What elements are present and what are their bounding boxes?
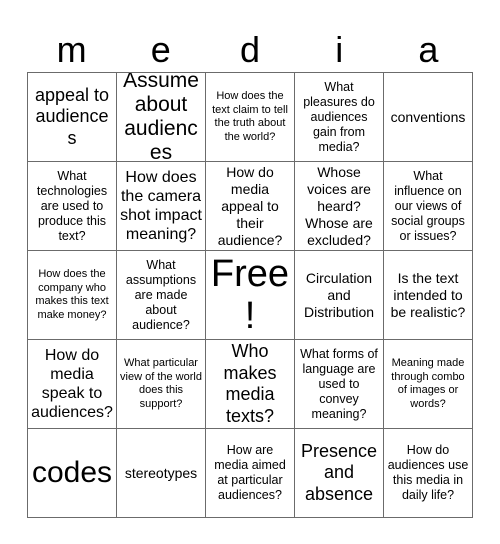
bingo-cell-label: How do audiences use this media in daily…	[387, 443, 469, 502]
title-letter-4: a	[418, 29, 439, 70]
bingo-cell-label: codes	[31, 456, 113, 489]
bingo-cell-r5-c1[interactable]: codes	[28, 429, 117, 518]
bingo-cell-label: Circulation and Distribution	[303, 269, 375, 320]
bingo-cell-r5-c2[interactable]: stereotypes	[117, 429, 206, 518]
title-letter-1: e	[150, 29, 171, 70]
bingo-cell-label: How does the company who makes this text…	[35, 268, 109, 321]
bingo-cell-r2-c4[interactable]: Whose voices are heard? Whose are exclud…	[295, 162, 384, 251]
bingo-cell-label: How are media aimed at particular audien…	[214, 443, 286, 502]
bingo-cell-r1-c1[interactable]: appeal to audiences	[28, 73, 117, 162]
bingo-cell-label: What assumptions are made about audience…	[125, 257, 197, 332]
bingo-cell-r4-c5[interactable]: Meaning made through combo of images or …	[384, 340, 473, 429]
title-letter-0: m	[56, 29, 87, 70]
bingo-cell-r4-c1[interactable]: How do media speak to audiences?	[28, 340, 117, 429]
bingo-cell-r1-c3[interactable]: How does the text claim to tell the trut…	[206, 73, 295, 162]
bingo-cell-r2-c1[interactable]: What technologies are used to produce th…	[28, 162, 117, 251]
bingo-cell-label: What technologies are used to produce th…	[36, 168, 108, 243]
bingo-cell-r3-c2[interactable]: What assumptions are made about audience…	[117, 251, 206, 340]
bingo-cell-r4-c2[interactable]: What particular view of the world does t…	[117, 340, 206, 429]
bingo-cell-label: Assume about audiences	[123, 73, 199, 162]
bingo-cell-label: How do media appeal to their audience?	[217, 163, 283, 248]
bingo-cell-label: Who makes media texts?	[223, 341, 277, 426]
bingo-cell-r3-c4[interactable]: Circulation and Distribution	[295, 251, 384, 340]
bingo-cell-r3-c5[interactable]: Is the text intended to be realistic?	[384, 251, 473, 340]
bingo-cell-r2-c3[interactable]: How do media appeal to their audience?	[206, 162, 295, 251]
bingo-cell-r1-c5[interactable]: conventions	[384, 73, 473, 162]
bingo-cell-label: What forms of language are used to conve…	[300, 346, 378, 421]
bingo-cell-free-space[interactable]: Free!	[206, 251, 295, 340]
bingo-cell-r5-c3[interactable]: How are media aimed at particular audien…	[206, 429, 295, 518]
bingo-cell-label: How does the text claim to tell the trut…	[212, 90, 288, 143]
bingo-cell-r5-c5[interactable]: How do audiences use this media in daily…	[384, 429, 473, 518]
card-title-letters: media	[27, 18, 473, 72]
title-letter-2: d	[239, 29, 261, 70]
bingo-cell-label: What influence on our views of social gr…	[391, 168, 465, 243]
bingo-cell-label: appeal to audiences	[34, 84, 110, 148]
bingo-cell-r3-c1[interactable]: How does the company who makes this text…	[28, 251, 117, 340]
bingo-cell-label: stereotypes	[124, 464, 198, 481]
bingo-cell-label: Is the text intended to be realistic?	[390, 269, 466, 320]
bingo-cell-label: conventions	[390, 108, 466, 125]
bingo-cell-label: How does the camera shot impact meaning?	[120, 169, 202, 243]
bingo-grid: appeal to audiences Assume about audience…	[27, 72, 473, 518]
title-letter-3: i	[335, 29, 344, 70]
bingo-cell-r1-c2[interactable]: Assume about audiences	[117, 73, 206, 162]
bingo-cell-label: Whose voices are heard? Whose are exclud…	[305, 163, 373, 248]
bingo-cell-label: Meaning made through combo of images or …	[391, 357, 465, 410]
bingo-cell-label: How do media speak to audiences?	[31, 347, 113, 421]
bingo-cell-label: Presence and absence	[300, 440, 378, 504]
bingo-card: m e d i a appeal to audiences Assume about au…	[0, 0, 500, 544]
bingo-cell-label: What pleasures do audiences gain from me…	[303, 79, 375, 154]
bingo-cell-r5-c4[interactable]: Presence and absence	[295, 429, 384, 518]
bingo-cell-label: Free!	[210, 253, 290, 337]
bingo-cell-r4-c3[interactable]: Who makes media texts?	[206, 340, 295, 429]
bingo-cell-r1-c4[interactable]: What pleasures do audiences gain from me…	[295, 73, 384, 162]
bingo-cell-r2-c5[interactable]: What influence on our views of social gr…	[384, 162, 473, 251]
bingo-cell-label: What particular view of the world does t…	[120, 357, 202, 410]
bingo-cell-r2-c2[interactable]: How does the camera shot impact meaning?	[117, 162, 206, 251]
bingo-cell-r4-c4[interactable]: What forms of language are used to conve…	[295, 340, 384, 429]
